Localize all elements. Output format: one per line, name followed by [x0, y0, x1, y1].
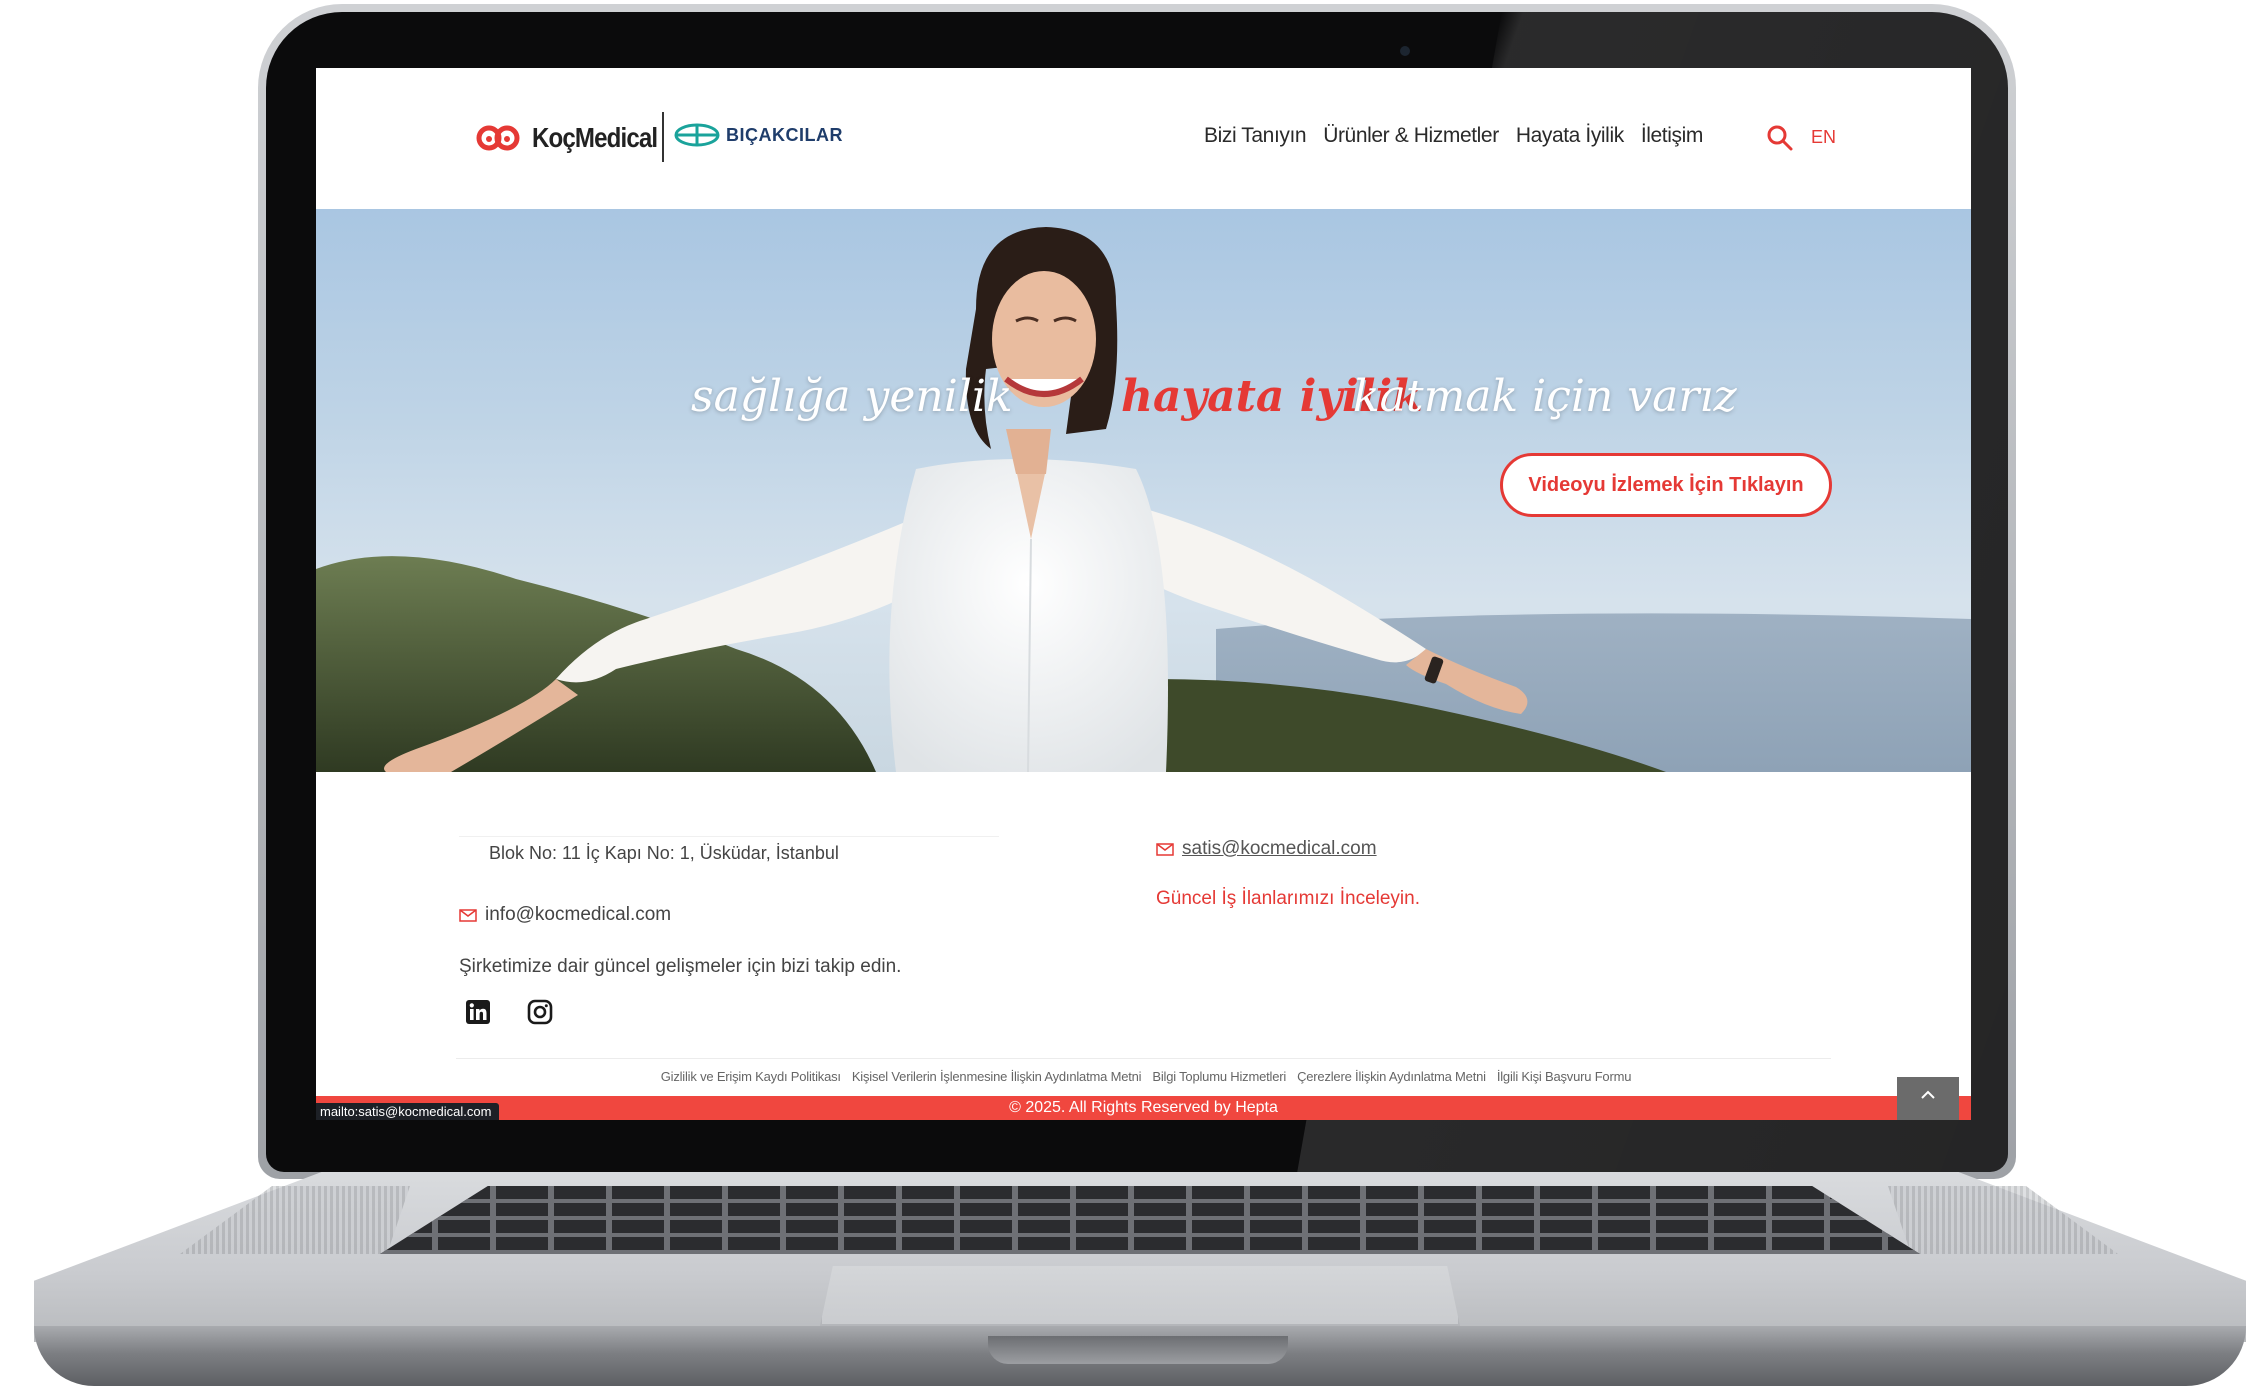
social-links	[464, 998, 554, 1026]
info-email-link[interactable]: info@kocmedical.com	[459, 904, 671, 926]
divider	[459, 836, 999, 837]
address-text: Blok No: 11 İç Kapı No: 1, Üsküdar, İsta…	[489, 843, 839, 863]
linkedin-icon[interactable]	[464, 998, 492, 1026]
legal-link-cookies[interactable]: Çerezlere İlişkin Aydınlatma Metni	[1297, 1069, 1486, 1084]
legal-link-privacy[interactable]: Gizlilik ve Erişim Kaydı Politikası	[661, 1069, 841, 1084]
sales-email-text: satis@kocmedical.com	[1182, 838, 1377, 859]
legal-link-kvkk[interactable]: Kişisel Verilerin İşlenmesine İlişkin Ay…	[852, 1069, 1142, 1084]
nav-item-hayata-iyilik[interactable]: Hayata İyilik	[1516, 124, 1624, 148]
browser-status-url: mailto:satis@kocmedical.com	[316, 1103, 500, 1120]
trackpad	[820, 1266, 1460, 1326]
kocmedical-logo-icon	[476, 125, 520, 151]
keyboard-rows	[380, 1186, 1920, 1254]
mail-icon	[1156, 842, 1174, 856]
info-email-text: info@kocmedical.com	[485, 904, 672, 925]
hero-banner: sağlığa yenilik hayata iyilik katmak içi…	[316, 209, 1971, 772]
search-icon[interactable]	[1766, 124, 1794, 152]
hero-tagline: sağlığa yenilik hayata iyilik katmak içi…	[316, 371, 1971, 441]
nav-item-bizi-taniyin[interactable]: Bizi Tanıyın	[1204, 124, 1307, 148]
legal-link-application-form[interactable]: İlgili Kişi Başvuru Formu	[1497, 1069, 1632, 1084]
language-switch[interactable]: EN	[1811, 127, 1836, 148]
camera	[1400, 46, 1410, 56]
chevron-up-icon	[1921, 1090, 1935, 1099]
bicakcilar-wordmark: BIÇAKCILAR	[726, 124, 843, 145]
kocmedical-wordmark: KoçMedical	[532, 122, 658, 153]
browser-viewport: KoçMedical BIÇAKCILAR Bizi Tanıyın Ürünl…	[316, 68, 1971, 1120]
sales-email-link[interactable]: satis@kocmedical.com	[1156, 838, 1377, 860]
tagline-part1: sağlığa yenilik	[691, 371, 1013, 422]
copyright-bar: © 2025. All Rights Reserved by Hepta	[316, 1096, 1971, 1120]
tagline-part2: katmak için varız	[1353, 371, 1737, 422]
laptop-notch	[988, 1336, 1288, 1364]
bicakcilar-logo-icon	[674, 123, 720, 147]
main-nav: Bizi Tanıyın Ürünler & Hizmetler Hayata …	[1204, 124, 1703, 148]
mail-icon	[459, 908, 477, 922]
follow-us-text: Şirketimize dair güncel gelişmeler için …	[459, 956, 902, 977]
legal-link-information-society[interactable]: Bilgi Toplumu Hizmetleri	[1152, 1069, 1286, 1084]
footer-contact: Blok No: 11 İç Kapı No: 1, Üsküdar, İsta…	[316, 772, 1971, 1120]
copyright-text: © 2025. All Rights Reserved by Hepta	[1009, 1099, 1278, 1116]
logo-divider	[662, 112, 664, 162]
site-header: KoçMedical BIÇAKCILAR Bizi Tanıyın Ürünl…	[316, 68, 1971, 209]
bicakcilar-logo[interactable]: BIÇAKCILAR	[674, 122, 843, 148]
instagram-icon[interactable]	[526, 998, 554, 1026]
legal-links: Gizlilik ve Erişim Kaydı Politikası Kişi…	[316, 1069, 1971, 1084]
divider	[456, 1058, 1831, 1059]
job-listings-link[interactable]: Güncel İş İlanlarımızı İnceleyin.	[1156, 888, 1420, 910]
nav-item-iletisim[interactable]: İletişim	[1641, 124, 1704, 148]
back-to-top-button[interactable]	[1897, 1077, 1959, 1120]
kocmedical-logo[interactable]: KoçMedical	[476, 118, 678, 158]
watch-video-button[interactable]: Videoyu İzlemek İçin Tıklayın	[1500, 453, 1832, 517]
nav-item-urunler-hizmetler[interactable]: Ürünler & Hizmetler	[1323, 124, 1499, 148]
